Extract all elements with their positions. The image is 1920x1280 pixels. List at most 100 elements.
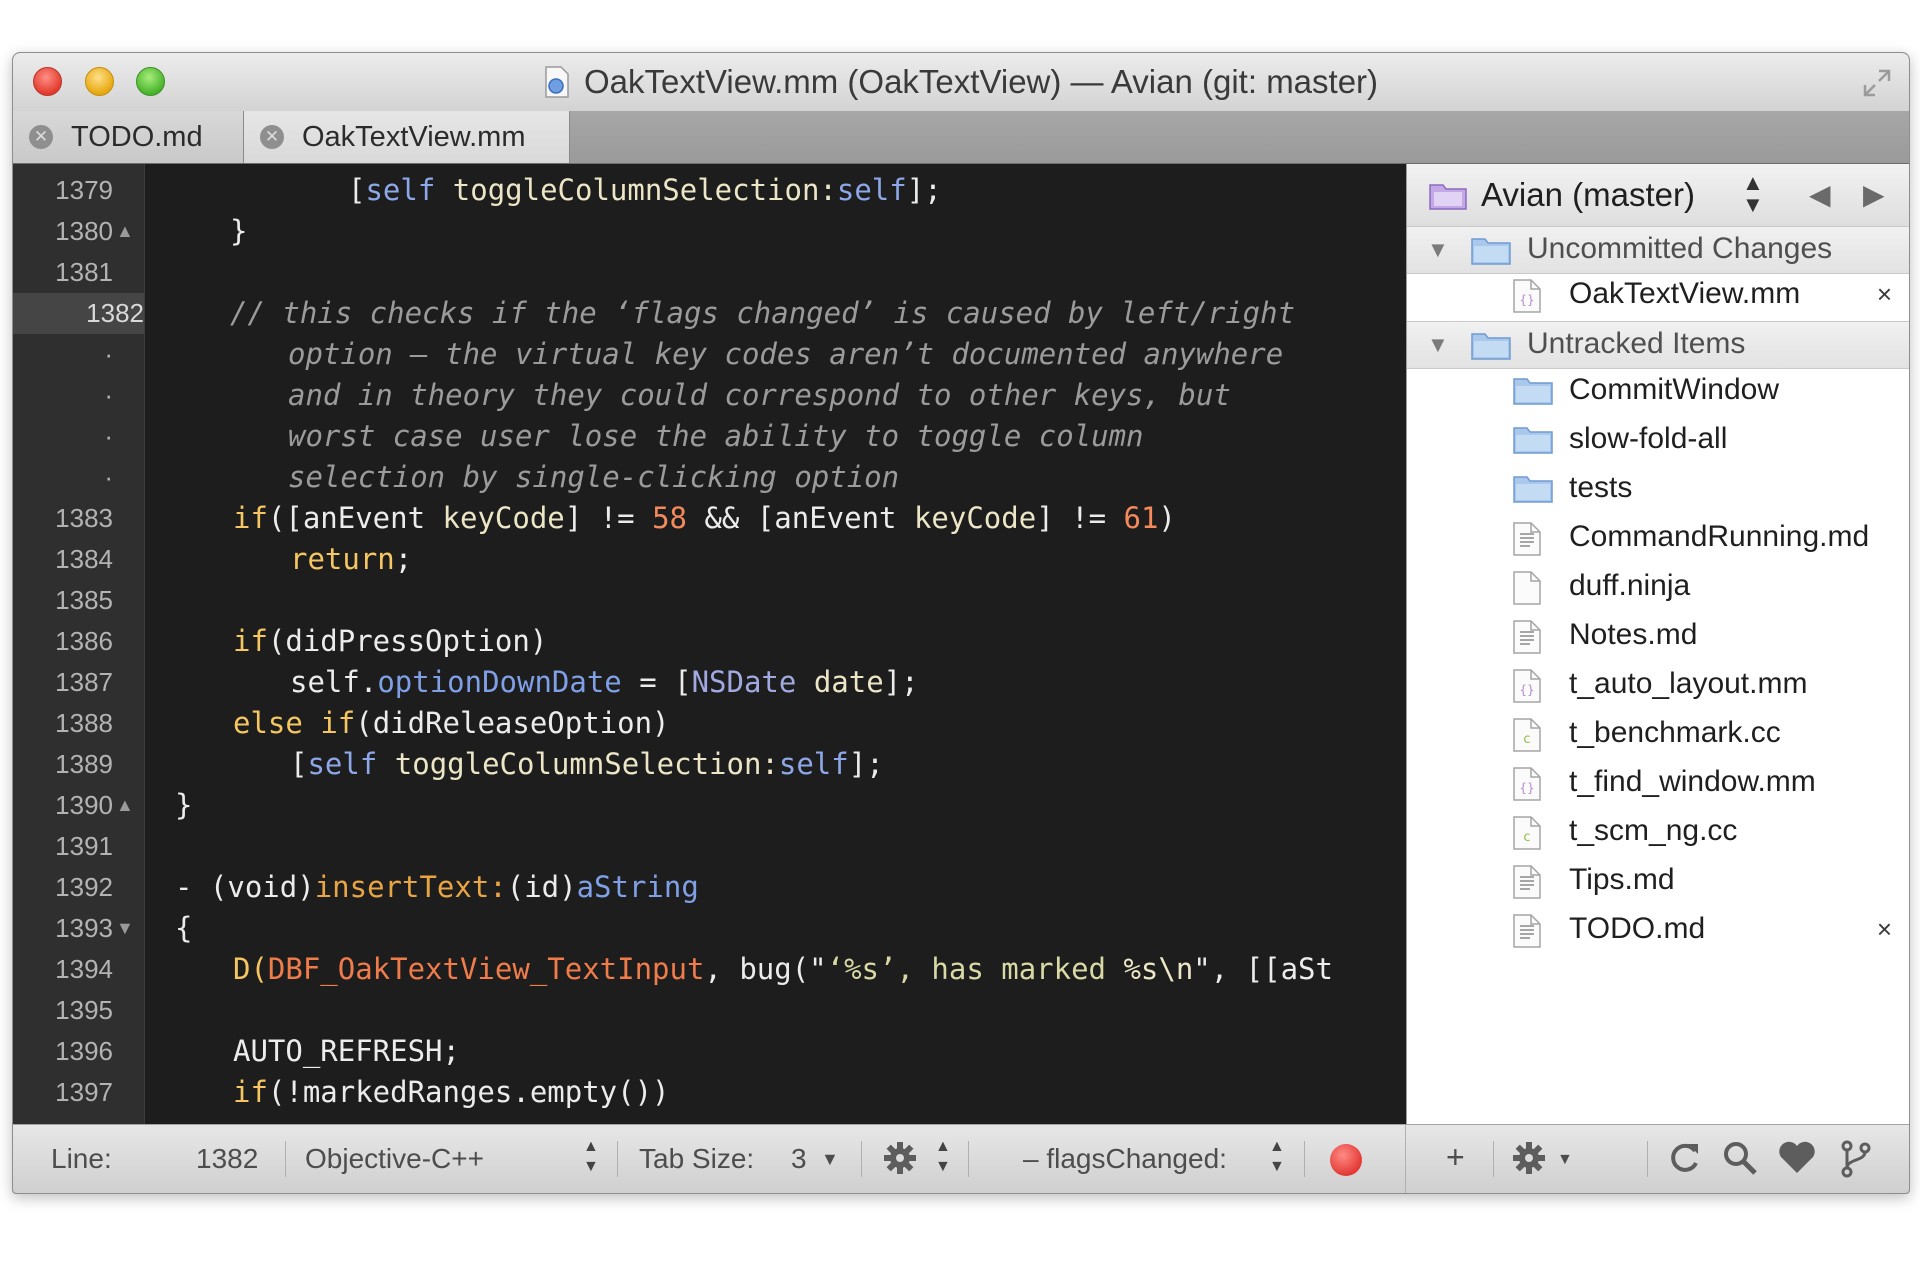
close-icon[interactable]: × [1877,279,1892,310]
file-list-item[interactable]: {} t_find_window.mm [1407,759,1909,808]
file-name: slow-fold-all [1569,422,1728,455]
line-number-field[interactable]: 1382 [196,1143,258,1175]
tab-todo-md[interactable]: ✕ TODO.md [13,111,244,163]
file-list-item[interactable]: {} t_auto_layout.mm [1407,661,1909,710]
objc-file-icon: {} [1513,279,1541,318]
code-comment: option — the virtual key codes aren’t do… [288,337,1284,371]
line-number: 1380 ▲ [13,211,134,252]
symbol-selector[interactable]: – flagsChanged: [1023,1143,1227,1175]
file-list-item[interactable]: TODO.md × [1407,906,1909,955]
file-list-item[interactable]: Tips.md [1407,857,1909,906]
document-proxy-icon[interactable] [544,66,570,98]
tab-size-selector[interactable]: 3 [791,1143,807,1175]
group-untracked-items[interactable]: ▼ Untracked Items [1407,321,1909,369]
tab-close-icon[interactable]: ✕ [260,125,284,149]
symbol-chevron-updown-icon[interactable]: ▲ ▼ [1269,1137,1285,1177]
file-list-item[interactable]: Notes.md [1407,612,1909,661]
divider [617,1141,618,1177]
forward-arrow-icon[interactable]: ▶ [1863,178,1885,211]
file-list-item[interactable]: CommitWindow [1407,367,1909,416]
disclosure-triangle-icon[interactable]: ▼ [1427,237,1449,263]
tab-size-chevron-down-icon[interactable]: ▼ [821,1149,839,1170]
file-list-item[interactable]: slow-fold-all [1407,416,1909,465]
file-list-item[interactable]: c t_scm_ng.cc [1407,808,1909,857]
project-chevron-updown-icon[interactable]: ▲ ▼ [1742,172,1764,216]
group-label: Uncommitted Changes [1527,232,1833,265]
language-chevron-updown-icon[interactable]: ▲ ▼ [583,1137,599,1177]
tab-label: TODO.md [71,120,203,153]
file-name: t_auto_layout.mm [1569,667,1808,700]
line-number: 1381 [55,257,113,287]
search-icon[interactable] [1721,1139,1759,1182]
macro-record-button[interactable] [1330,1144,1362,1176]
title-wrap: OakTextView.mm (OakTextView) — Avian (gi… [13,53,1909,111]
blank-file-icon [1513,571,1541,610]
file-name: TODO.md [1569,912,1706,945]
line-number: 1383 [55,503,113,533]
actions-gear-icon[interactable] [1510,1139,1548,1182]
svg-text:c: c [1523,732,1530,747]
file-browser: Avian (master) ▲ ▼ ◀ ▶ ▼ Uncommitted Chan… [1406,164,1909,1124]
folder-icon [1513,375,1553,410]
fold-close-icon[interactable]: ▲ [116,211,134,252]
tab-close-icon[interactable]: ✕ [29,125,53,149]
status-bar: Line: 1382 Objective-C++ ▲ ▼ Tab Size: 3 … [13,1124,1909,1193]
file-name: t_scm_ng.cc [1569,814,1738,847]
tab-oaktextview-mm[interactable]: ✕ OakTextView.mm [244,111,570,163]
fold-close-icon[interactable]: ▲ [116,785,134,826]
line-number: 1385 [55,585,113,615]
code-line: - (void)insertText:(id)aString [175,870,699,904]
language-selector[interactable]: Objective-C++ [305,1143,484,1175]
line-number-gutter[interactable]: 1379 1380 ▲ 1381 1382 · · · · 1383 1384 1385 1386 138… [13,164,145,1124]
folder-icon [1513,424,1553,459]
file-name: CommitWindow [1569,373,1780,406]
file-list-item[interactable]: CommandRunning.md [1407,514,1909,563]
line-number: 1386 [55,626,113,656]
line-number: · [104,339,113,369]
project-label: Avian (master) [1481,176,1695,213]
actions-chevron-down-icon[interactable]: ▼ [1557,1151,1573,1169]
reload-icon[interactable] [1666,1139,1702,1182]
code-line: { [175,911,193,945]
svg-text:{}: {} [1519,781,1534,795]
text-file-icon [1513,522,1541,561]
scm-branch-icon[interactable] [1839,1139,1873,1184]
divider [1304,1141,1305,1177]
close-icon[interactable]: × [1877,914,1892,945]
add-file-icon[interactable]: + [1446,1139,1465,1176]
bundle-gear-icon[interactable] [881,1139,919,1182]
title-bar[interactable]: OakTextView.mm (OakTextView) — Avian (gi… [13,53,1909,112]
line-label: Line: [51,1143,112,1174]
line-number: 1379 [55,175,113,205]
file-name: OakTextView.mm [1569,277,1801,310]
fullscreen-icon[interactable] [1863,69,1891,97]
file-list-item[interactable]: duff.ninja [1407,563,1909,612]
disclosure-triangle-icon[interactable]: ▼ [1427,332,1449,358]
favorites-heart-icon[interactable] [1777,1139,1817,1180]
file-list-item[interactable]: c t_benchmark.cc [1407,710,1909,759]
file-name: Notes.md [1569,618,1698,651]
project-folder-icon [1429,184,1467,210]
code-comment: selection by single-clicking option [288,460,900,494]
code-editor[interactable]: [self toggleColumnSelection:self]; } // … [145,164,1405,1124]
group-uncommitted-changes[interactable]: ▼ Uncommitted Changes [1407,226,1909,274]
svg-text:{}: {} [1519,293,1534,307]
code-line: return; [290,542,413,576]
tab-bar: ✕ TODO.md ✕ OakTextView.mm [13,111,1909,164]
divider [861,1141,862,1177]
file-list-item[interactable]: tests [1407,465,1909,514]
bundle-chevron-updown-icon[interactable]: ▲ ▼ [935,1137,951,1177]
window-title: OakTextView.mm (OakTextView) — Avian (gi… [583,63,1379,100]
back-arrow-icon[interactable]: ◀ [1809,178,1831,211]
objc-file-icon: {} [1513,669,1541,708]
text-file-icon [1513,620,1541,659]
c-file-icon: c [1513,816,1541,855]
objc-file-icon: {} [1513,767,1541,806]
line-number: 1393 ▼ [13,908,134,949]
file-list-item[interactable]: {} OakTextView.mm × [1407,271,1909,320]
code-line: [self toggleColumnSelection:self]; [290,747,884,781]
project-selector[interactable]: Avian (master) [1429,176,1695,214]
fold-open-icon[interactable]: ▼ [116,908,134,949]
code-line: if([anEvent keyCode] != 58 && [anEvent k… [233,501,1176,535]
line-number: 1389 [55,749,113,779]
